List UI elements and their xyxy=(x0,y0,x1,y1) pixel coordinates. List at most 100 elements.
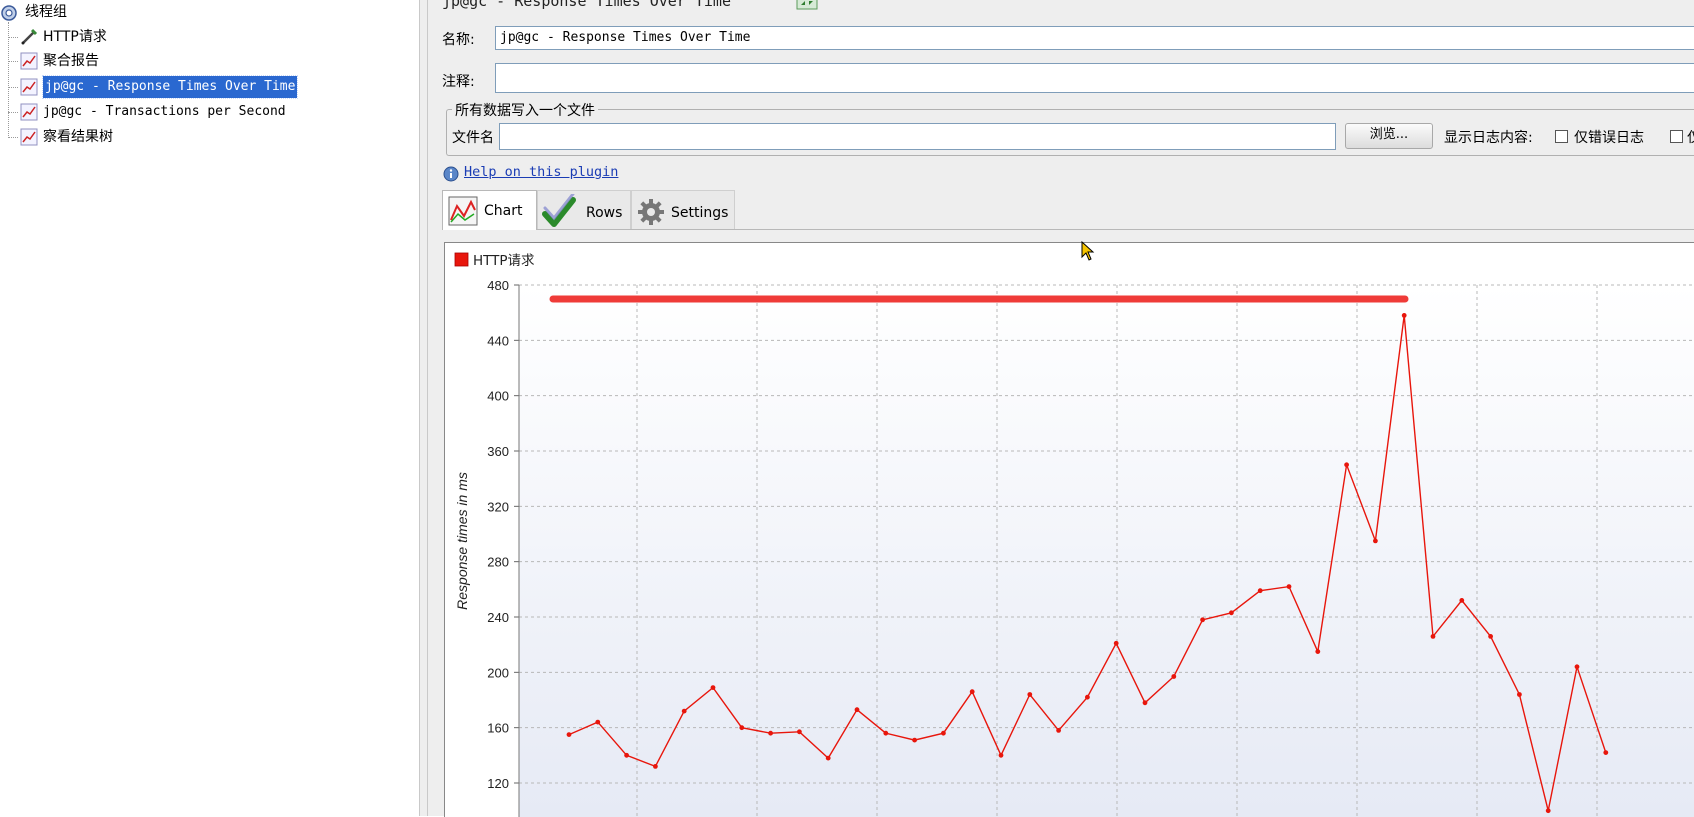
tree-item-http-request[interactable]: HTTP请求 xyxy=(43,26,107,48)
data-point xyxy=(1200,617,1205,623)
data-point xyxy=(1027,692,1033,697)
tree-connector xyxy=(8,87,18,88)
success-only-label: 仅 xyxy=(1687,127,1694,147)
gear-icon xyxy=(637,198,665,242)
data-point xyxy=(1056,728,1061,733)
data-point xyxy=(1545,808,1551,814)
data-point xyxy=(1113,640,1119,646)
panel-title: jp@gc - Response Times Over Time xyxy=(442,0,731,10)
tree-item-response-times-over-time[interactable]: jp@gc - Response Times Over Time xyxy=(41,75,299,99)
data-point xyxy=(768,730,773,736)
tab-chart[interactable]: Chart xyxy=(442,190,537,230)
legend-label: HTTP请求 xyxy=(473,253,535,269)
y-tick-label: 240 xyxy=(487,610,509,625)
file-group-title: 所有数据写入一个文件 xyxy=(452,100,598,120)
chart-icon xyxy=(448,196,478,242)
log-content-label: 显示日志内容: xyxy=(1444,130,1533,146)
errors-only-checkbox[interactable] xyxy=(1555,130,1568,143)
info-icon xyxy=(443,166,459,186)
y-tick-label: 120 xyxy=(487,776,509,791)
data-point xyxy=(883,730,889,736)
tree-connector xyxy=(8,137,18,138)
tree-item-transactions-per-second[interactable]: jp@gc - Transactions per Second xyxy=(43,101,286,123)
data-point xyxy=(624,752,629,758)
y-axis-label: Response times in ms xyxy=(454,472,470,610)
data-point xyxy=(1171,674,1177,679)
data-point xyxy=(566,732,572,737)
mouse-cursor-icon xyxy=(1081,240,1095,265)
filename-label: 文件名 xyxy=(452,130,494,146)
comment-input[interactable] xyxy=(495,63,1694,93)
tree-item-view-results-tree[interactable]: 察看结果树 xyxy=(43,126,113,148)
data-point xyxy=(710,685,716,690)
tree-item-label: jp@gc - Response Times Over Time xyxy=(41,75,299,99)
errors-only-label: 仅错误日志 xyxy=(1574,130,1644,146)
name-input[interactable]: jp@gc - Response Times Over Time xyxy=(495,26,1694,50)
comment-label: 注释: xyxy=(442,74,475,90)
response-times-chart: 480 440 400 360 320 280 240 200 160 120 Response t… xyxy=(454,252,1694,817)
y-tick-label: 280 xyxy=(487,555,509,570)
listener-graph-icon xyxy=(20,78,38,96)
tree-item-aggregate-report[interactable]: 聚合报告 xyxy=(43,50,99,72)
data-point xyxy=(1430,634,1436,639)
data-point xyxy=(1488,634,1493,639)
y-tick-label: 200 xyxy=(487,665,509,680)
listener-graph-icon xyxy=(20,128,38,146)
help-link[interactable]: Help on this plugin xyxy=(464,164,618,180)
data-point xyxy=(1574,664,1580,670)
tree-root-label: 线程组 xyxy=(25,4,67,20)
data-point xyxy=(1286,584,1292,589)
y-tick-label: 440 xyxy=(487,333,509,348)
tab-strip-divider xyxy=(537,229,1694,230)
tree-root-thread-group[interactable]: 线程组 xyxy=(22,1,70,23)
data-point xyxy=(912,737,917,743)
tree-connector xyxy=(8,37,18,38)
data-point xyxy=(941,730,946,736)
browse-button[interactable]: 浏览... xyxy=(1345,123,1433,149)
tree-connector xyxy=(8,112,18,113)
data-point xyxy=(969,689,975,695)
data-point xyxy=(1459,598,1465,603)
data-point xyxy=(595,719,601,725)
data-point xyxy=(854,707,860,713)
checkmark-rows-icon xyxy=(542,192,576,244)
tree-item-label: jp@gc - Transactions per Second xyxy=(43,104,286,119)
tree-connector xyxy=(8,61,18,62)
tab-chart-label: Chart xyxy=(484,203,523,219)
data-point xyxy=(1401,313,1407,318)
thread-group-icon xyxy=(0,4,18,22)
data-point xyxy=(739,725,745,731)
tree-connector xyxy=(8,22,9,138)
data-point xyxy=(1315,649,1321,654)
data-point xyxy=(1603,750,1609,755)
data-point xyxy=(1229,610,1234,616)
data-point xyxy=(1373,538,1378,544)
listener-graph-icon xyxy=(20,103,38,121)
tree-item-label: HTTP请求 xyxy=(43,29,107,45)
listener-graph-icon xyxy=(20,52,38,70)
y-tick-label: 160 xyxy=(487,721,509,736)
data-point xyxy=(1085,694,1090,700)
data-point xyxy=(797,729,802,735)
y-tick-label: 360 xyxy=(487,444,509,459)
tab-rows-label: Rows xyxy=(586,205,623,221)
tree-item-label: 察看结果树 xyxy=(43,129,113,145)
legend-swatch xyxy=(454,252,469,267)
tab-rows[interactable]: Rows xyxy=(537,190,631,230)
data-point xyxy=(653,764,658,769)
pane-splitter[interactable] xyxy=(419,0,428,816)
y-tick-label: 400 xyxy=(487,389,509,404)
data-point xyxy=(1142,700,1148,706)
data-point xyxy=(1517,692,1522,697)
tree-item-label: 聚合报告 xyxy=(43,53,99,69)
sampler-pen-icon xyxy=(20,28,38,46)
success-only-checkbox[interactable] xyxy=(1670,130,1683,143)
data-point xyxy=(1257,588,1263,594)
data-point xyxy=(998,752,1004,758)
tab-settings[interactable]: Settings xyxy=(631,190,735,230)
chart-area: 480 440 400 360 320 280 240 200 160 120 Response t… xyxy=(444,242,1694,817)
test-plan-tree[interactable]: 线程组 HTTP请求 聚合报告 jp@gc - Response Times O… xyxy=(0,0,419,816)
plot-background xyxy=(519,285,1694,817)
reload-icon[interactable] xyxy=(796,0,818,10)
filename-input[interactable] xyxy=(499,123,1336,150)
